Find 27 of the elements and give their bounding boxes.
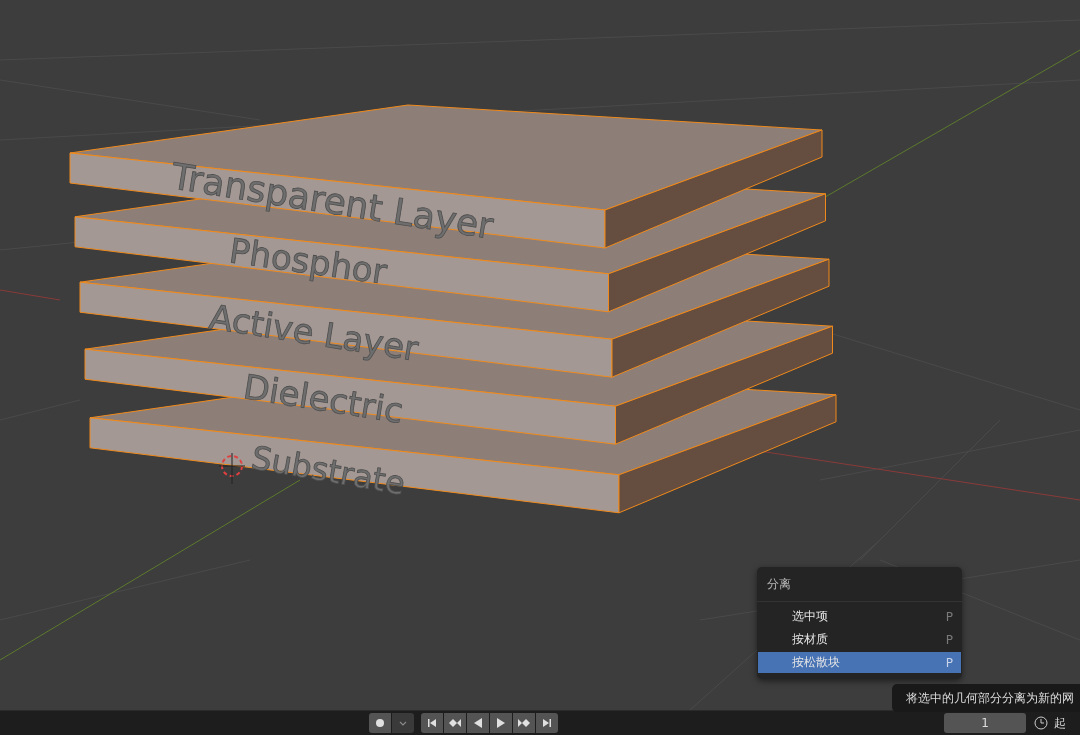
play-button[interactable]: [490, 713, 512, 733]
play-reverse-button[interactable]: [467, 713, 489, 733]
record-button[interactable]: [369, 713, 391, 733]
play-icon: [495, 717, 507, 729]
keyframe-left-icon: [449, 717, 461, 729]
menu-item[interactable]: 按材质 P: [758, 629, 961, 650]
3d-cursor-icon: [218, 452, 246, 485]
jump-end-button[interactable]: [536, 713, 558, 733]
skip-end-icon: [541, 717, 553, 729]
tooltip: 将选中的几何部分分离为新的网: [892, 684, 1080, 712]
skip-start-icon: [426, 717, 438, 729]
layer-label: Active Layer: [206, 296, 422, 369]
layer-label: Dielectric: [240, 366, 407, 432]
current-frame-field[interactable]: 1: [944, 713, 1026, 733]
clock-icon: [1034, 716, 1048, 730]
jump-start-button[interactable]: [421, 713, 443, 733]
menu-item[interactable]: 选中项 P: [758, 606, 961, 627]
menu-item[interactable]: 按松散块 P: [758, 652, 961, 673]
start-label: 起: [1054, 714, 1066, 732]
record-icon: [374, 717, 386, 729]
next-keyframe-button[interactable]: [513, 713, 535, 733]
menu-title: 分离: [757, 567, 962, 602]
layer-label: Phosphor: [226, 230, 390, 292]
layer-label: Substrate: [248, 438, 408, 503]
play-reverse-icon: [472, 717, 484, 729]
previous-keyframe-button[interactable]: [444, 713, 466, 733]
keyframe-right-icon: [518, 717, 530, 729]
